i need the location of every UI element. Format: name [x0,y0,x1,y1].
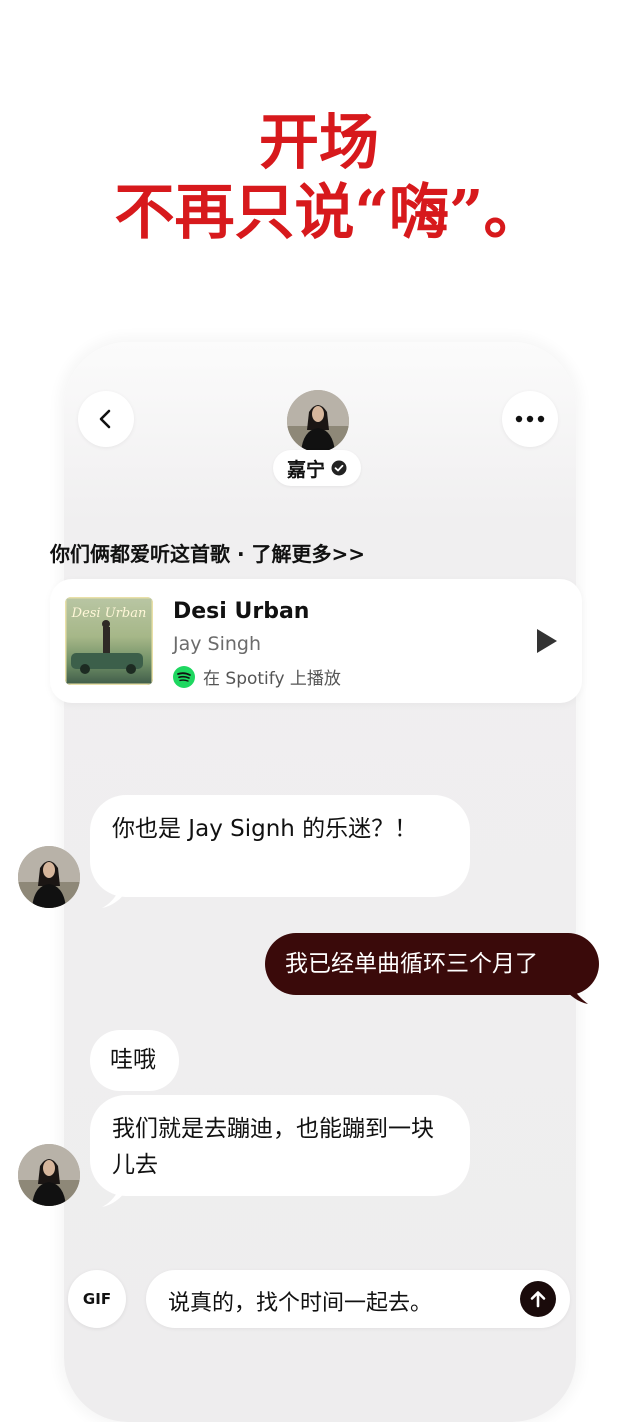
chevron-left-icon [99,409,111,429]
more-button[interactable] [502,391,558,447]
song-artist: Jay Singh [173,633,262,655]
bubble-tail [102,1181,128,1207]
message-draft: 说真的，找个时间一起去。 [168,1291,433,1316]
avatar-image [287,390,349,452]
album-cover-art: Desi Urban [65,597,153,685]
spotify-link[interactable]: 在 Spotify 上播放 [173,664,341,689]
received-message[interactable]: 我们就是去蹦迪，也能蹦到一块儿去 [90,1095,470,1196]
message-input[interactable]: 说真的，找个时间一起去。 [146,1270,570,1328]
verified-badge-icon [331,460,347,476]
song-card[interactable]: Desi Urban Desi Urban Jay Singh 在 Spotif… [50,579,582,703]
message-text: 我们就是去蹦迪，也能蹦到一块儿去 [112,1116,434,1178]
send-button[interactable] [520,1281,556,1317]
headline: 开场 不再只说“嗨”。 [0,108,638,248]
received-message[interactable]: 哇哦 [90,1030,179,1091]
song-title: Desi Urban [173,599,310,624]
bubble-tail [562,978,588,1004]
cover-title: Desi Urban [71,606,147,621]
more-dots-icon [515,415,545,423]
name-pill[interactable]: 嘉宁 [273,450,362,486]
shared-music-link[interactable]: 你们俩都爱听这首歌 · 了解更多>> [50,538,365,567]
gif-button[interactable]: GIF [68,1270,126,1328]
arrow-up-icon [530,1291,546,1308]
avatar-image [18,846,80,908]
message-text: 你也是 Jay Signh 的乐迷？！ [112,816,418,842]
avatar-image [18,1144,80,1206]
bubble-tail [102,882,128,908]
headline-line2: 不再只说“嗨”。 [114,178,544,248]
contact-name: 嘉宁 [287,458,326,481]
sent-message[interactable]: 我已经单曲循环三个月了 [265,933,599,995]
profile-avatar[interactable] [287,390,349,452]
album-cover: Desi Urban [65,597,153,685]
spotify-label: 在 Spotify 上播放 [203,669,341,689]
contact-avatar[interactable] [18,846,80,908]
back-button[interactable] [78,391,134,447]
headline-line1: 开场 [259,108,379,178]
message-text: 哇哦 [110,1047,156,1073]
play-icon[interactable] [535,627,559,655]
received-message[interactable]: 你也是 Jay Signh 的乐迷？！ [90,795,470,897]
message-text: 我已经单曲循环三个月了 [285,951,538,977]
contact-avatar[interactable] [18,1144,80,1206]
spotify-icon [173,665,195,688]
